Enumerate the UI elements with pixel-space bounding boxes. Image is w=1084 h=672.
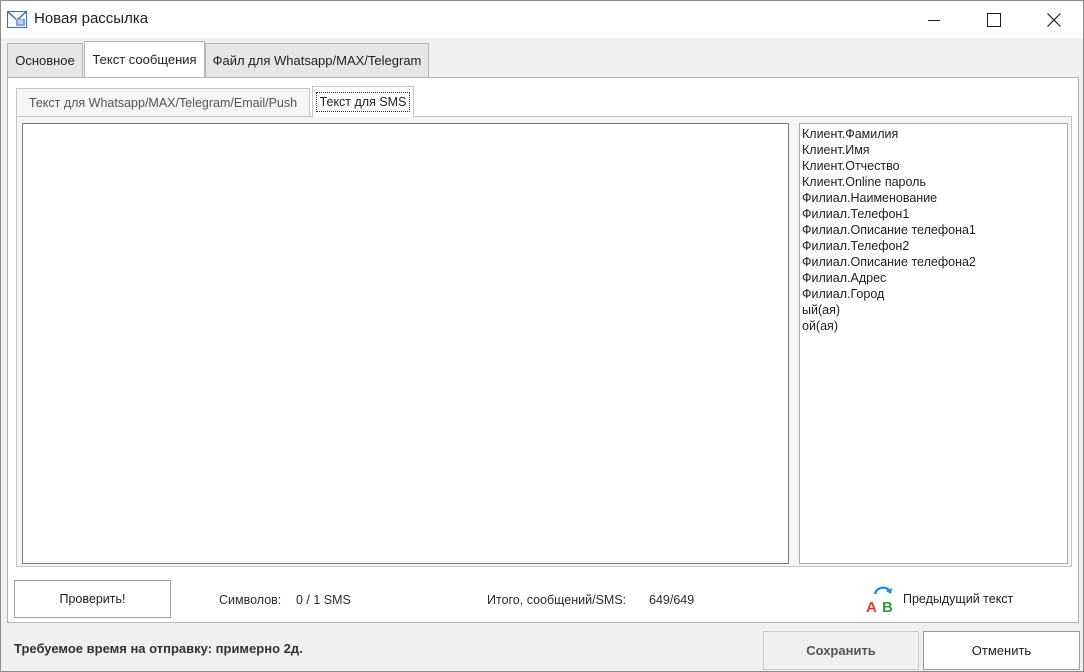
total-messages-label: Итого, сообщений/SMS: xyxy=(487,593,627,607)
variable-item[interactable]: Филиал.Адрес xyxy=(802,270,1065,286)
tab-main[interactable]: Основное xyxy=(7,43,83,77)
minimize-button[interactable] xyxy=(911,1,957,38)
sms-text-input[interactable] xyxy=(22,123,789,564)
variable-item[interactable]: Клиент.Фамилия xyxy=(802,126,1065,142)
chars-value: 0 / 1 SMS xyxy=(296,593,351,607)
variable-item[interactable]: ый(ая) xyxy=(802,302,1065,318)
previous-text-label: Предыдущий текст xyxy=(903,592,1014,606)
tab-sms-text-label: Текст для SMS xyxy=(315,92,411,112)
variable-item[interactable]: Клиент.Имя xyxy=(802,142,1065,158)
new-mailing-window: Новая рассылка Основное Текст сообщения … xyxy=(0,0,1084,672)
check-button[interactable]: Проверить! xyxy=(14,580,171,618)
variable-item[interactable]: Филиал.Город xyxy=(802,286,1065,302)
svg-text:B: B xyxy=(882,599,893,614)
variable-item[interactable]: Филиал.Телефон2 xyxy=(802,238,1065,254)
variable-item[interactable]: Филиал.Телефон1 xyxy=(802,206,1065,222)
variable-item[interactable]: Клиент.Отчество xyxy=(802,158,1065,174)
previous-text-button[interactable]: A B Предыдущий текст xyxy=(863,582,1033,616)
minimize-icon xyxy=(928,19,940,21)
variable-item[interactable]: Филиал.Описание телефона1 xyxy=(802,222,1065,238)
maximize-icon xyxy=(987,12,1001,27)
ab-swap-icon: A B xyxy=(866,586,893,614)
send-time-estimate: Требуемое время на отправку: примерно 2д… xyxy=(14,641,303,656)
variables-list[interactable]: Клиент.Фамилия Клиент.Имя Клиент.Отчеств… xyxy=(799,123,1068,564)
close-button[interactable] xyxy=(1031,1,1077,38)
total-messages-value: 649/649 xyxy=(649,593,695,607)
cancel-button[interactable]: Отменить xyxy=(923,631,1080,670)
tab-message-text[interactable]: Текст сообщения xyxy=(84,41,205,77)
app-icon xyxy=(7,11,27,28)
variable-item[interactable]: Филиал.Описание телефона2 xyxy=(802,254,1065,270)
variable-item[interactable]: Филиал.Наименование xyxy=(802,190,1065,206)
save-button[interactable]: Сохранить xyxy=(763,631,919,670)
variable-item[interactable]: ой(ая) xyxy=(802,318,1065,334)
title-bar[interactable]: Новая рассылка xyxy=(1,1,1083,38)
message-text-panel: Текст для Whatsapp/MAX/Telegram/Email/Pu… xyxy=(7,77,1079,623)
svg-text:A: A xyxy=(866,599,877,614)
maximize-button[interactable] xyxy=(971,1,1017,38)
tab-messenger-text[interactable]: Текст для Whatsapp/MAX/Telegram/Email/Pu… xyxy=(16,88,310,116)
window-title: Новая рассылка xyxy=(34,10,149,27)
tab-sms-text[interactable]: Текст для SMS xyxy=(312,86,414,117)
close-icon xyxy=(1047,12,1061,27)
variable-item[interactable]: Клиент.Online пароль xyxy=(802,174,1065,190)
sms-text-panel: Клиент.Фамилия Клиент.Имя Клиент.Отчеств… xyxy=(16,116,1072,567)
tab-messenger-file[interactable]: Файл для Whatsapp/MAX/Telegram xyxy=(205,43,429,77)
chars-label: Символов: xyxy=(219,593,282,607)
